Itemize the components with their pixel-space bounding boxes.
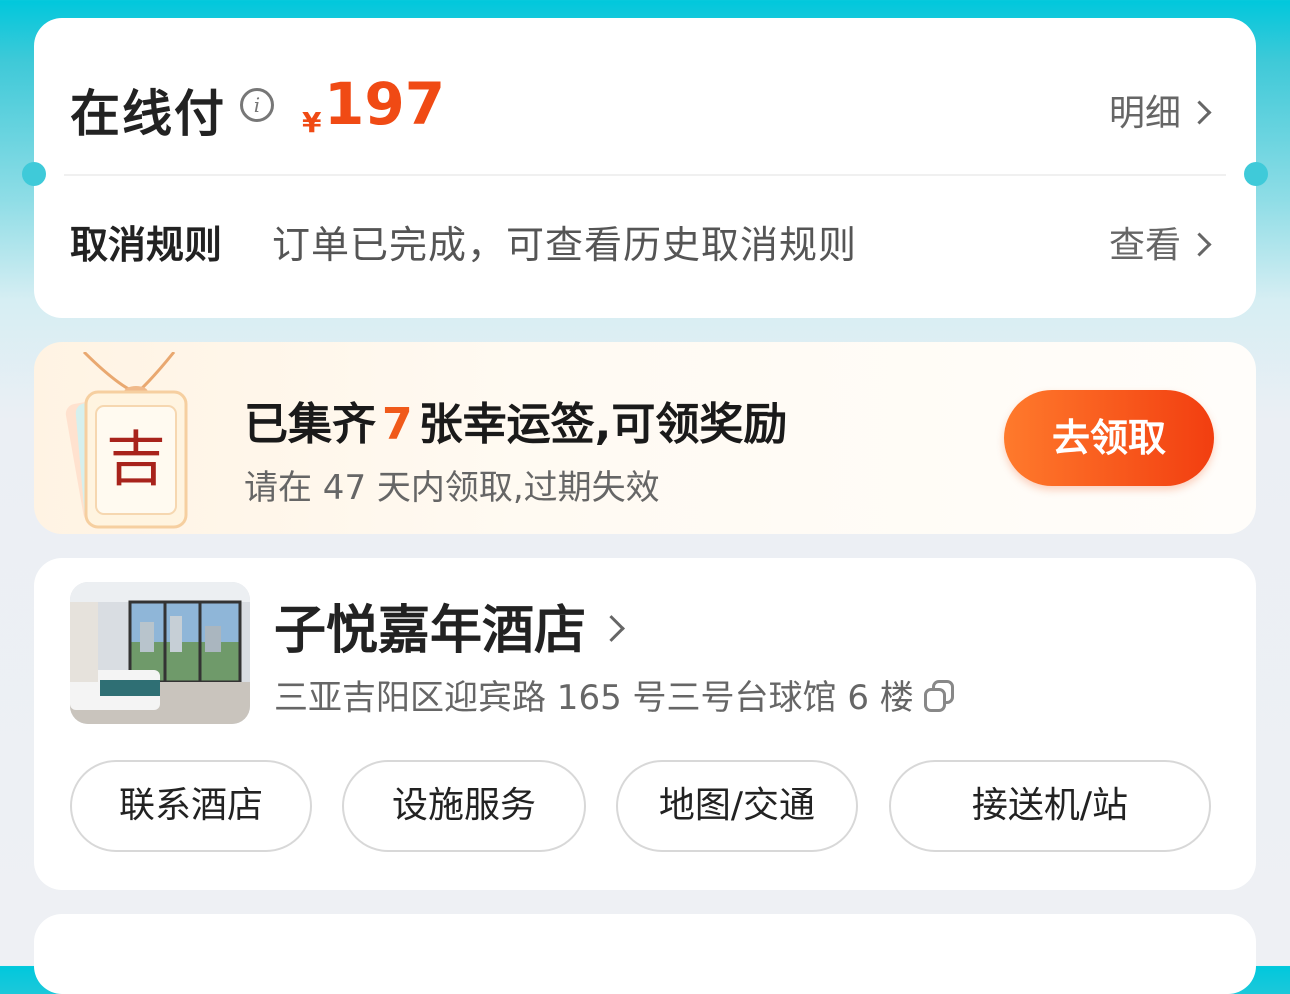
cancel-policy-label: 取消规则	[70, 223, 223, 267]
claim-reward-button[interactable]: 去领取	[1004, 390, 1214, 486]
hotel-name: 子悦嘉年酒店	[274, 601, 587, 661]
lucky-subtitle: 请在 47 天内领取,过期失效	[244, 468, 660, 508]
currency-symbol: ¥	[302, 106, 322, 139]
hotel-card: 子悦嘉年酒店 三亚吉阳区迎宾路 165 号三号台球馆 6 楼 联系酒店 设施服务…	[34, 558, 1256, 890]
cancel-policy-text: 订单已完成，可查看历史取消规则	[272, 223, 858, 267]
hotel-address-text: 三亚吉阳区迎宾路 165 号三号台球馆 6 楼	[274, 678, 914, 718]
lucky-title: 已集齐 7 张幸运签,可领奖励	[244, 388, 787, 452]
next-card	[34, 914, 1256, 994]
airport-transfer-button[interactable]: 接送机/站	[889, 760, 1211, 852]
chevron-right-icon	[598, 614, 625, 642]
svg-text:吉: 吉	[106, 425, 166, 495]
card-notch-left	[22, 162, 46, 186]
divider	[64, 174, 1226, 176]
payment-amount: 197	[324, 70, 446, 138]
payment-method-title: 在线付	[70, 85, 226, 143]
hotel-name-link[interactable]: 子悦嘉年酒店	[274, 588, 625, 663]
chevron-right-icon	[1187, 231, 1212, 257]
lucky-title-prefix: 已集齐	[244, 399, 376, 450]
copy-icon[interactable]	[923, 679, 954, 712]
chevron-right-icon	[1187, 99, 1212, 125]
contact-hotel-button[interactable]: 联系酒店	[70, 760, 312, 852]
hotel-address: 三亚吉阳区迎宾路 165 号三号台球馆 6 楼	[274, 670, 954, 719]
view-link-label: 查看	[1108, 225, 1181, 266]
lucky-count: 7	[382, 399, 413, 450]
lucky-tag-banner: 吉 已集齐 7 张幸运签,可领奖励 请在 47 天内领取,过期失效 去领取	[34, 342, 1256, 534]
detail-link-label: 明细	[1108, 93, 1181, 134]
lucky-tag-icon: 吉	[64, 350, 234, 532]
facilities-button[interactable]: 设施服务	[342, 760, 586, 852]
view-cancel-link[interactable]: 查看	[1108, 216, 1212, 268]
card-notch-right	[1244, 162, 1268, 186]
info-icon[interactable]: i	[240, 88, 274, 122]
hotel-photo[interactable]	[70, 582, 250, 724]
lucky-title-suffix: 张幸运签,可领奖励	[418, 399, 788, 450]
payment-card: 在线付 i ¥ 197 明细 取消规则 订单已完成，可查看历史取消规则 查看	[22, 18, 1268, 318]
map-transport-button[interactable]: 地图/交通	[616, 760, 858, 852]
detail-link[interactable]: 明细	[1108, 84, 1212, 136]
